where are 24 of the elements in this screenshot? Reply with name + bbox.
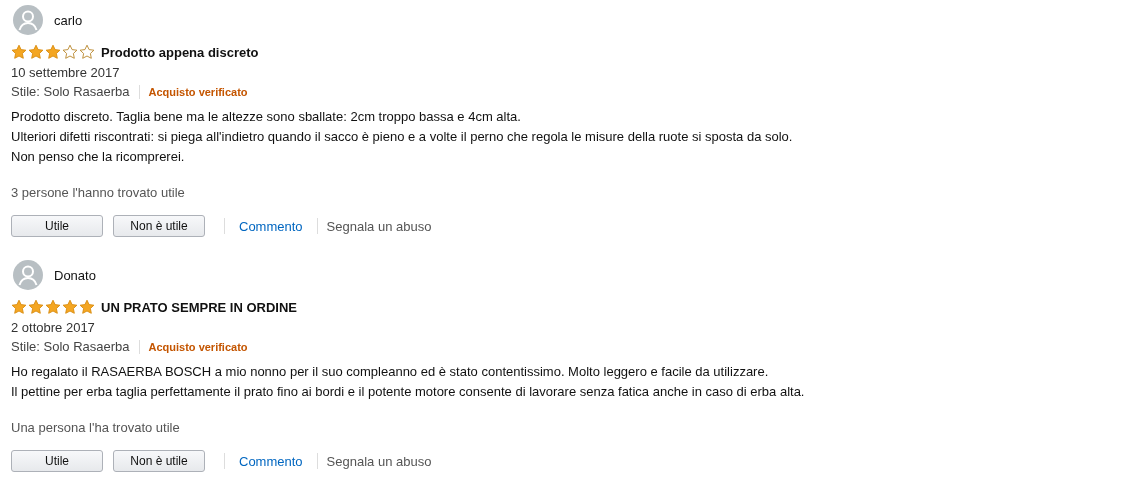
comment-link[interactable]: Commento: [239, 218, 303, 234]
report-link[interactable]: Segnala un abuso: [326, 218, 432, 234]
vote-button[interactable]: Non è utile: [113, 450, 205, 472]
review-title[interactable]: UN PRATO SEMPRE IN ORDINE: [101, 299, 297, 315]
verified-purchase-label: Acquisto verificato: [148, 85, 248, 98]
review-date: 10 settembre 2017: [11, 64, 121, 82]
helpful-count: Una persona l'ha trovato utile: [11, 419, 181, 437]
product-style: Stile: Solo Rasaerba: [11, 339, 130, 354]
vote-button[interactable]: Utile: [11, 215, 103, 237]
comment-link[interactable]: Commento: [239, 453, 303, 469]
review-text: Ho regalato il RASAERBA BOSCH a mio nonno per il suo compleanno ed è stato contentissimo. Molto leggero e facile da utilizzare. Il pettine per erba taglia perfettamente il prato fino ai bordi e il potente motore consente di lavorare senza fatica anche in caso di erba alta.: [11, 363, 806, 401]
helpful-count: 3 persone l'hanno trovato utile: [11, 184, 186, 202]
avatar-icon: [13, 5, 43, 35]
verified-purchase-label: Acquisto verificato: [148, 340, 248, 353]
product-style: Stile: Solo Rasaerba: [11, 84, 130, 99]
avatar-icon: [13, 260, 43, 290]
review-title[interactable]: Prodotto appena discreto: [101, 44, 259, 60]
review-date: 2 ottobre 2017: [11, 319, 96, 337]
vote-button[interactable]: Utile: [11, 450, 103, 472]
reviewer-name: carlo: [54, 12, 83, 28]
vote-button[interactable]: Non è utile: [113, 215, 205, 237]
reviewer-name: Donato: [54, 267, 96, 283]
review-text: Prodotto discreto. Taglia bene ma le altezze sono sballate: 2cm troppo bassa e 4cm alta. Ulteriori difetti riscontrati: si piega all'indietro quando il sacco è pieno e a volte il perno che regola le misure della ruote si sposta da solo. Non penso che la ricomprerei.: [11, 108, 794, 166]
report-link[interactable]: Segnala un abuso: [326, 453, 432, 469]
